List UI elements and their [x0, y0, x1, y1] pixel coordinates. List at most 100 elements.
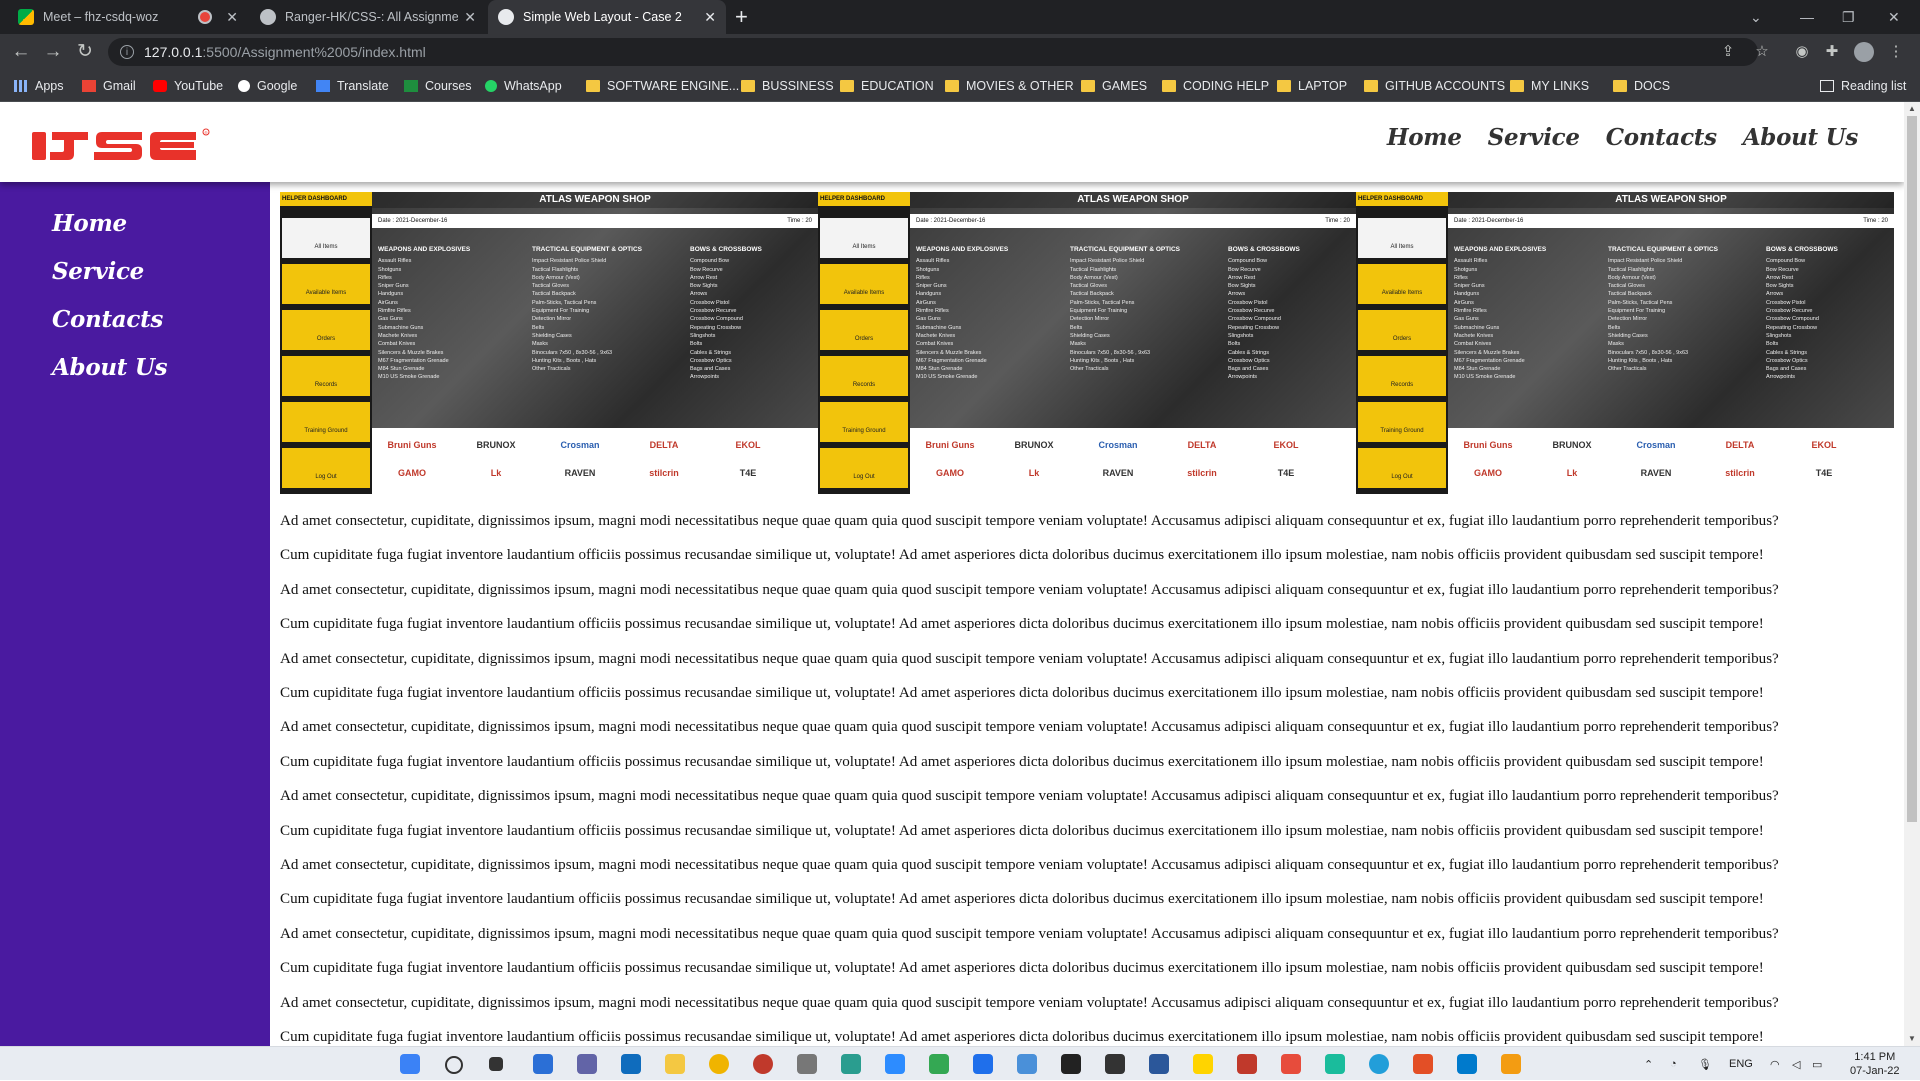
language-indicator[interactable]: ENG: [1729, 1047, 1753, 1081]
bookmark-folder[interactable]: CODING HELP: [1162, 70, 1269, 102]
back-button[interactable]: ←: [9, 40, 33, 64]
page-viewport: ® Home Service Contacts About Us Home Se…: [0, 102, 1904, 1046]
tab-meet[interactable]: Meet – fhz-csdq-woz ✕: [8, 0, 248, 34]
bookmark-whatsapp[interactable]: WhatsApp: [485, 70, 562, 102]
top-nav-about-us[interactable]: About Us: [1743, 124, 1859, 151]
banner-column-item: Crossbow Compound: [1766, 316, 1819, 323]
app-icon[interactable]: [753, 1054, 773, 1074]
folder-icon: [1162, 80, 1176, 92]
banner-column: BOWS & CROSSBOWS Compound Bow Bow Recurve A…: [1228, 246, 1300, 382]
app-icon[interactable]: [797, 1054, 817, 1074]
extension-icon[interactable]: ◉: [1792, 42, 1812, 62]
bookmark-folder[interactable]: MY LINKS: [1510, 70, 1589, 102]
bookmark-star-icon[interactable]: ☆: [1752, 42, 1772, 62]
teams-chat-icon[interactable]: [577, 1054, 597, 1074]
file-explorer-icon[interactable]: [665, 1054, 685, 1074]
search-icon[interactable]: [445, 1056, 463, 1074]
ijse-logo[interactable]: ®: [30, 124, 230, 168]
bookmark-courses[interactable]: Courses: [404, 70, 472, 102]
widgets-icon[interactable]: [533, 1054, 553, 1074]
banner-column: WEAPONS AND EXPLOSIVES Assault Rifles Shot…: [1454, 246, 1546, 382]
bookmark-folder[interactable]: GITHUB ACCOUNTS: [1364, 70, 1505, 102]
tab-search-icon[interactable]: ⌄: [1750, 0, 1762, 34]
app-icon[interactable]: [841, 1054, 861, 1074]
banner-column-heading: TRACTICAL EQUIPMENT & OPTICS: [1608, 246, 1719, 253]
app-icon[interactable]: [1237, 1054, 1257, 1074]
filezilla-icon[interactable]: [1413, 1054, 1433, 1074]
address-bar[interactable]: i 127.0.0.1:5500/Assignment%2005/index.h…: [108, 38, 1758, 66]
bookmark-folder[interactable]: LAPTOP: [1277, 70, 1347, 102]
close-tab-icon[interactable]: ✕: [226, 9, 238, 26]
start-icon[interactable]: [400, 1054, 420, 1074]
site-info-icon[interactable]: i: [120, 45, 134, 59]
mail-icon[interactable]: [621, 1054, 641, 1074]
banner-column-item: Bow Recurve: [1766, 266, 1799, 273]
google-drive-icon[interactable]: [929, 1054, 949, 1074]
extensions-puzzle-icon[interactable]: ✚: [1822, 42, 1842, 62]
reading-list-button[interactable]: Reading list: [1820, 70, 1906, 102]
reload-button[interactable]: ↻: [73, 40, 97, 64]
app-icon[interactable]: [1325, 1054, 1345, 1074]
minimize-button[interactable]: —: [1800, 0, 1814, 34]
scrollbar-thumb[interactable]: [1907, 116, 1917, 822]
microphone-icon[interactable]: 🎙: [1698, 1047, 1712, 1081]
volume-icon[interactable]: ◁: [1792, 1047, 1800, 1081]
forward-button[interactable]: →: [41, 40, 65, 64]
restore-button[interactable]: ❐: [1842, 0, 1855, 34]
bookmark-gmail[interactable]: Gmail: [82, 70, 136, 102]
chrome-icon[interactable]: [709, 1054, 729, 1074]
sidebar-item-contacts[interactable]: Contacts: [52, 306, 163, 333]
bookmark-folder[interactable]: MOVIES & OTHER: [945, 70, 1074, 102]
tab-simple-web-layout[interactable]: Simple Web Layout - Case 2 ✕: [488, 0, 726, 34]
zoom-icon[interactable]: [885, 1054, 905, 1074]
app-icon[interactable]: [973, 1054, 993, 1074]
bookmark-folder[interactable]: BUSSINESS: [741, 70, 834, 102]
telegram-icon[interactable]: [1369, 1054, 1389, 1074]
share-icon[interactable]: ⇪: [1718, 42, 1738, 62]
tray-chevron-icon[interactable]: ⌃: [1644, 1047, 1653, 1081]
sidebar-item-about-us[interactable]: About Us: [52, 354, 168, 381]
bookmark-folder[interactable]: EDUCATION: [840, 70, 934, 102]
vscode-icon[interactable]: [1457, 1054, 1477, 1074]
bookmark-folder[interactable]: DOCS: [1613, 70, 1670, 102]
close-tab-icon[interactable]: ✕: [464, 9, 476, 26]
wifi-icon[interactable]: ◠: [1770, 1047, 1780, 1081]
close-window-button[interactable]: ✕: [1888, 0, 1900, 34]
banner-column-item: Combat Knives: [378, 341, 416, 348]
banner-brands: Bruni Guns BRUNOX Crosman DELTA EKOL GAMO Lk RA…: [910, 428, 1356, 494]
top-nav-home[interactable]: Home: [1387, 124, 1462, 151]
profile-avatar[interactable]: [1854, 42, 1874, 62]
tray-app-icon[interactable]: ◔: [1670, 1047, 1677, 1081]
sidebar-item-service[interactable]: Service: [52, 258, 144, 285]
banner-column-item: Rimfire Rifles: [378, 308, 411, 315]
battery-icon[interactable]: ▭: [1812, 1047, 1822, 1081]
app-icon[interactable]: [1193, 1054, 1213, 1074]
menu-kebab-icon[interactable]: ⋮: [1886, 42, 1906, 62]
scroll-down-arrow-icon[interactable]: ▼: [1904, 1032, 1920, 1046]
bookmark-translate[interactable]: Translate: [316, 70, 389, 102]
bookmark-folder[interactable]: SOFTWARE ENGINE...: [586, 70, 739, 102]
app-icon[interactable]: [1105, 1054, 1125, 1074]
top-nav-contacts[interactable]: Contacts: [1606, 124, 1717, 151]
banner-column-item: AirGuns: [1454, 299, 1474, 306]
bookmark-folder[interactable]: GAMES: [1081, 70, 1147, 102]
task-view-icon[interactable]: [489, 1057, 503, 1071]
clock[interactable]: 1:41 PM 07-Jan-22: [1850, 1047, 1900, 1081]
app-icon[interactable]: [1281, 1054, 1301, 1074]
banner-column-item: Cables & Strings: [1228, 349, 1269, 356]
app-icon[interactable]: [1017, 1054, 1037, 1074]
top-nav-service[interactable]: Service: [1488, 124, 1580, 151]
tab-github[interactable]: Ranger-HK/CSS-: All Assignments ✕: [250, 0, 486, 34]
word-icon[interactable]: [1149, 1054, 1169, 1074]
terminal-icon[interactable]: [1061, 1054, 1081, 1074]
bookmark-apps[interactable]: Apps: [14, 70, 64, 102]
sidebar-item-home[interactable]: Home: [52, 210, 127, 237]
scroll-up-arrow-icon[interactable]: ▲: [1904, 102, 1920, 116]
page-scrollbar[interactable]: ▲ ▼: [1904, 102, 1920, 1046]
bookmark-google[interactable]: Google: [238, 70, 297, 102]
close-tab-icon[interactable]: ✕: [704, 9, 716, 26]
app-icon[interactable]: [1501, 1054, 1521, 1074]
new-tab-button[interactable]: +: [735, 5, 748, 29]
banner-column-item: Body Armour (Vest): [1608, 274, 1656, 281]
bookmark-youtube[interactable]: YouTube: [153, 70, 223, 102]
